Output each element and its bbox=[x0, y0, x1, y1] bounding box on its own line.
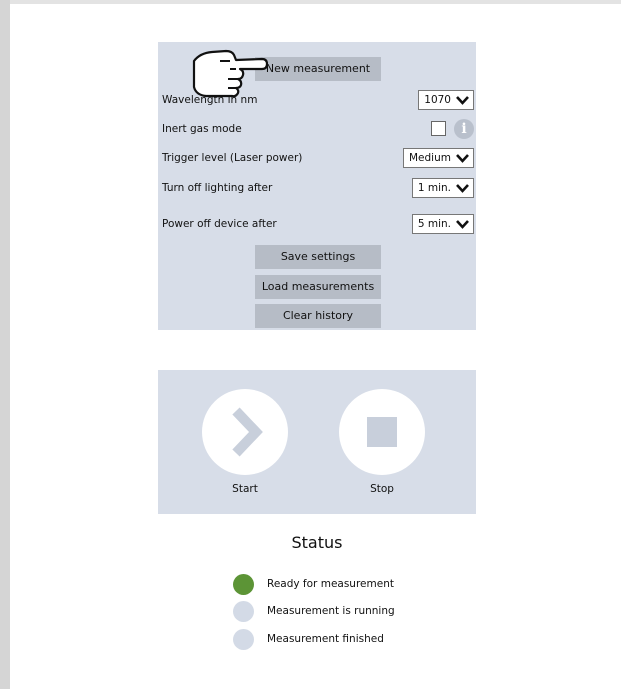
power-off-select[interactable]: 5 min. bbox=[411, 214, 474, 234]
control-panel: Start Stop bbox=[158, 370, 476, 514]
stop-button[interactable] bbox=[339, 389, 425, 475]
chevron-down-icon bbox=[456, 154, 469, 163]
trigger-row: Trigger level (Laser power) Medium bbox=[158, 146, 476, 170]
lighting-row: Turn off lighting after 1 min. bbox=[158, 176, 476, 200]
save-settings-button[interactable]: Save settings bbox=[255, 245, 381, 269]
status-indicator-finished bbox=[233, 629, 254, 650]
status-label-finished: Measurement finished bbox=[267, 633, 384, 645]
chevron-down-icon bbox=[456, 184, 469, 193]
wavelength-row: Wavelength in nm 1070 bbox=[158, 88, 476, 112]
trigger-select[interactable]: Medium bbox=[403, 148, 474, 168]
status-indicator-ready bbox=[233, 574, 254, 595]
lighting-select[interactable]: 1 min. bbox=[411, 178, 474, 198]
status-label-running: Measurement is running bbox=[267, 605, 395, 617]
top-border bbox=[10, 0, 621, 4]
chevron-down-icon bbox=[456, 96, 469, 105]
trigger-value: Medium bbox=[409, 152, 451, 164]
wavelength-value: 1070 bbox=[424, 94, 451, 106]
inert-gas-row: Inert gas mode i bbox=[158, 117, 476, 141]
status-item-ready: Ready for measurement bbox=[233, 574, 483, 596]
stop-label: Stop bbox=[370, 483, 394, 495]
inert-gas-checkbox[interactable] bbox=[431, 121, 446, 136]
info-icon[interactable]: i bbox=[454, 119, 474, 139]
status-title: Status bbox=[291, 533, 343, 552]
status-label-ready: Ready for measurement bbox=[267, 578, 394, 590]
play-chevron-icon bbox=[232, 407, 263, 457]
stop-square-icon bbox=[367, 417, 397, 447]
new-measurement-button[interactable]: New measurement bbox=[255, 57, 381, 81]
wavelength-label: Wavelength in nm bbox=[162, 94, 258, 106]
lighting-value: 1 min. bbox=[417, 182, 451, 194]
start-button[interactable] bbox=[202, 389, 288, 475]
status-indicator-running bbox=[233, 601, 254, 622]
chevron-down-icon bbox=[456, 220, 469, 229]
power-off-row: Power off device after 5 min. bbox=[158, 212, 476, 236]
lighting-label: Turn off lighting after bbox=[162, 182, 273, 194]
settings-panel: New measurement Wavelength in nm 1070 In… bbox=[158, 42, 476, 330]
power-off-value: 5 min. bbox=[417, 218, 451, 230]
inert-gas-label: Inert gas mode bbox=[162, 123, 242, 135]
power-off-label: Power off device after bbox=[162, 218, 277, 230]
status-item-finished: Measurement finished bbox=[233, 629, 483, 651]
trigger-label: Trigger level (Laser power) bbox=[162, 152, 303, 164]
load-measurements-button[interactable]: Load measurements bbox=[255, 275, 381, 299]
start-label: Start bbox=[232, 483, 258, 495]
status-item-running: Measurement is running bbox=[233, 601, 483, 623]
left-border bbox=[0, 0, 10, 689]
clear-history-button[interactable]: Clear history bbox=[255, 304, 381, 328]
wavelength-select[interactable]: 1070 bbox=[418, 90, 474, 110]
